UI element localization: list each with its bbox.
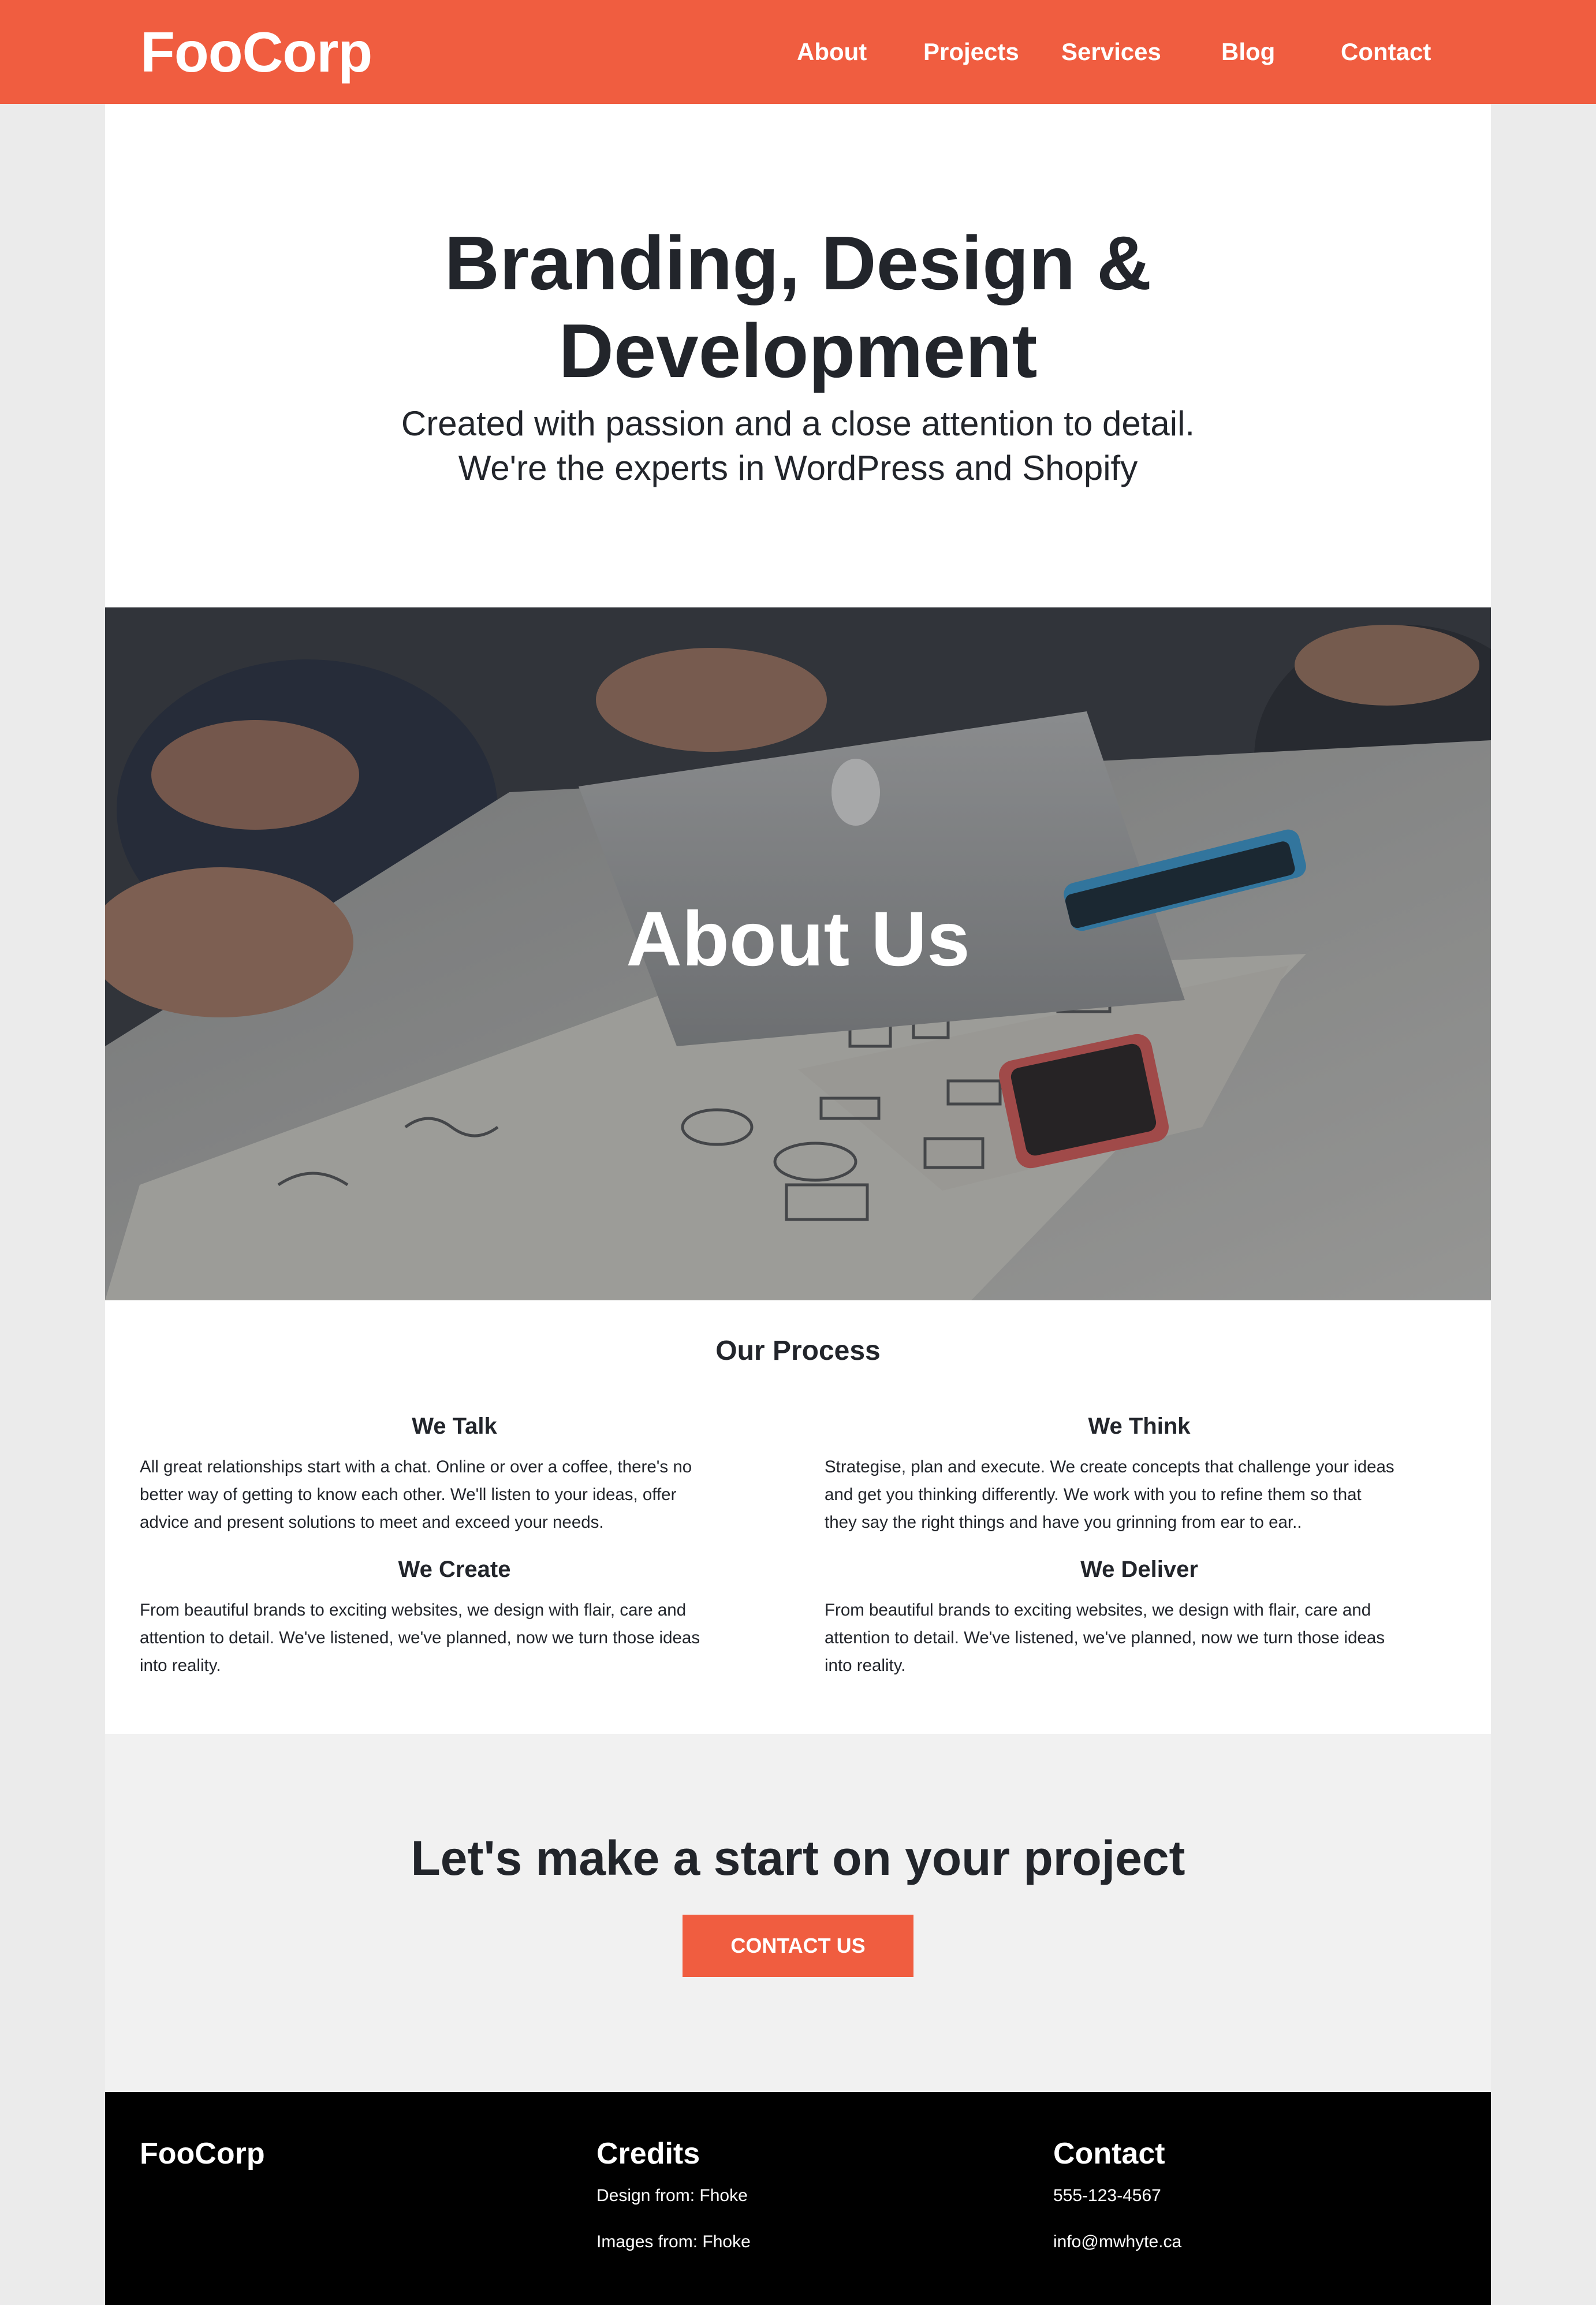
nav-blog[interactable]: Blog (1221, 35, 1275, 69)
footer-credits-heading: Credits (596, 2137, 700, 2170)
about-us-heading: About Us (626, 896, 970, 982)
nav-contact[interactable]: Contact (1341, 35, 1431, 69)
step-text: All great relationships start with a cha… (140, 1453, 775, 1536)
page-container: Branding, Design & Development Created w… (105, 104, 1491, 2305)
footer-email[interactable]: info@mwhyte.ca (1053, 2231, 1181, 2254)
nav-about[interactable]: About (797, 35, 867, 69)
brand-logo[interactable]: FooCorp (140, 16, 372, 88)
step-text: From beautiful brands to exciting websit… (140, 1597, 775, 1680)
footer: FooCorp Credits Design from: Fhoke Image… (105, 2092, 1491, 2305)
footer-brand[interactable]: FooCorp (140, 2136, 265, 2171)
hero-subtitle-line-2: We're the experts in WordPress and Shopi… (458, 449, 1138, 487)
hero-subtitle-line-1: Created with passion and a close attenti… (401, 404, 1195, 443)
step-title: We Talk (412, 1413, 497, 1439)
contact-us-button[interactable]: CONTACT US (683, 1915, 913, 1977)
step-text: Strategise, plan and execute. We create … (825, 1453, 1460, 1536)
footer-phone[interactable]: 555-123-4567 (1053, 2184, 1161, 2207)
nav-services[interactable]: Services (1061, 35, 1161, 69)
step-title: We Deliver (1080, 1557, 1198, 1582)
cta-section: Let's make a start on your project CONTA… (105, 1734, 1491, 2092)
footer-contact-heading: Contact (1053, 2137, 1165, 2170)
footer-credit-design[interactable]: Design from: Fhoke (596, 2184, 748, 2207)
step-text-line: better way of getting to know each other… (140, 1485, 677, 1504)
step-text-line: and get you thinking differently. We wor… (825, 1485, 1362, 1504)
process-heading: Our Process (715, 1336, 881, 1366)
step-text-line: advice and present solutions to meet and… (140, 1513, 604, 1532)
step-text-line: From beautiful brands to exciting websit… (825, 1601, 1371, 1620)
about-banner-image: About Us (105, 607, 1491, 1300)
cta-heading: Let's make a start on your project (411, 1831, 1185, 1885)
step-text-line: they say the right things and have you g… (825, 1513, 1302, 1532)
step-text-line: attention to detail. We've listened, we'… (140, 1628, 700, 1647)
hero-subtitle: Created with passion and a close attenti… (105, 401, 1491, 490)
step-title: We Create (398, 1557, 511, 1582)
step-text-line: From beautiful brands to exciting websit… (140, 1601, 687, 1620)
nav-projects[interactable]: Projects (923, 35, 1019, 69)
hero-title-line-2: Development (558, 308, 1038, 393)
hero-title-line-1: Branding, Design & (444, 221, 1152, 305)
hero-title: Branding, Design & Development (105, 219, 1491, 395)
step-title: We Think (1088, 1413, 1191, 1439)
step-text: From beautiful brands to exciting websit… (825, 1597, 1460, 1680)
step-text-line: All great relationships start with a cha… (140, 1457, 692, 1476)
step-text-line: attention to detail. We've listened, we'… (825, 1628, 1385, 1647)
top-nav-bar: FooCorp About Projects Services Blog Con… (0, 0, 1596, 104)
footer-credit-images[interactable]: Images from: Fhoke (596, 2231, 751, 2254)
step-text-line: into reality. (140, 1656, 221, 1675)
step-text-line: Strategise, plan and execute. We create … (825, 1457, 1394, 1476)
step-text-line: into reality. (825, 1656, 906, 1675)
